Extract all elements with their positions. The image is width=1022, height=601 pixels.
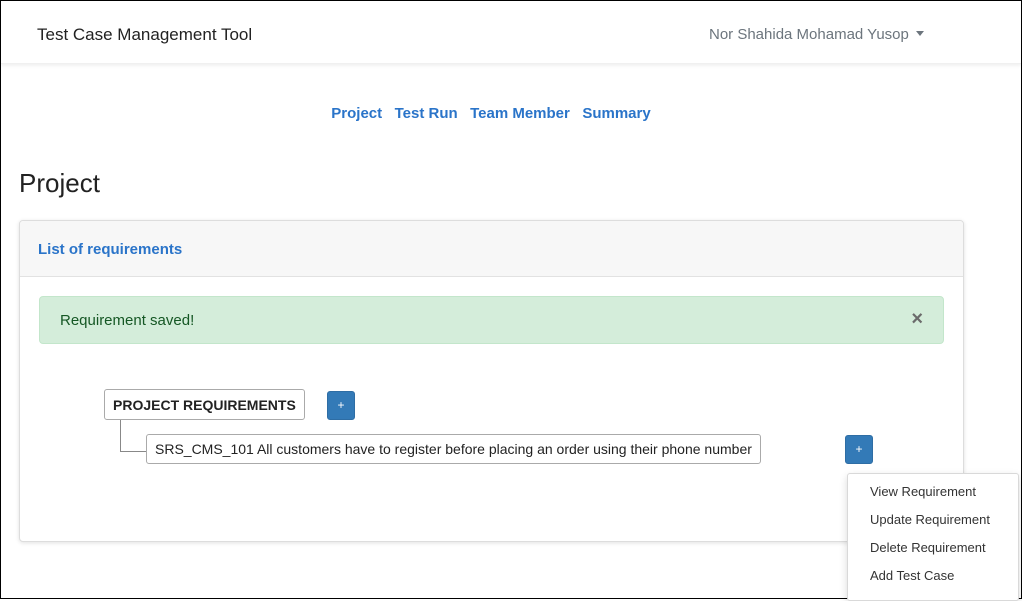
nav-link-team-member[interactable]: Team Member: [470, 105, 570, 122]
nav-link-project[interactable]: Project: [331, 105, 382, 122]
menu-item-delete-requirement[interactable]: Delete Requirement: [870, 540, 986, 555]
add-requirement-button[interactable]: +: [327, 391, 355, 420]
menu-item-update-requirement[interactable]: Update Requirement: [870, 512, 990, 527]
user-name: Nor Shahida Mohamad Yusop: [709, 26, 909, 43]
requirement-node[interactable]: SRS_CMS_101 All customers have to regist…: [146, 434, 761, 464]
card-header: List of requirements: [20, 221, 963, 277]
page-title: Project: [19, 168, 100, 198]
user-menu[interactable]: Nor Shahida Mohamad Yusop: [709, 26, 924, 43]
nav-link-summary[interactable]: Summary: [582, 105, 650, 122]
list-of-requirements-link[interactable]: List of requirements: [38, 241, 182, 258]
success-alert: Requirement saved! ×: [39, 296, 944, 344]
requirement-actions-button[interactable]: +: [845, 435, 873, 464]
top-navbar: Test Case Management Tool Nor Shahida Mo…: [1, 1, 1021, 64]
requirements-card: List of requirements Requirement saved! …: [19, 220, 964, 542]
requirement-actions-menu: View Requirement Update Requirement Dele…: [847, 473, 1019, 601]
menu-item-view-requirement[interactable]: View Requirement: [870, 484, 976, 499]
section-nav: Project Test Run Team Member Summary: [1, 105, 1021, 123]
nav-link-test-run[interactable]: Test Run: [395, 105, 458, 122]
section-nav-links: Project Test Run Team Member Summary: [327, 105, 654, 122]
alert-message: Requirement saved!: [60, 312, 195, 329]
app-title: Test Case Management Tool: [37, 25, 253, 44]
close-icon[interactable]: ×: [911, 309, 923, 329]
caret-down-icon: [915, 30, 924, 36]
project-requirements-node[interactable]: PROJECT REQUIREMENTS: [104, 389, 305, 420]
tree-connector: [120, 420, 147, 452]
menu-item-add-test-case[interactable]: Add Test Case: [870, 568, 954, 583]
